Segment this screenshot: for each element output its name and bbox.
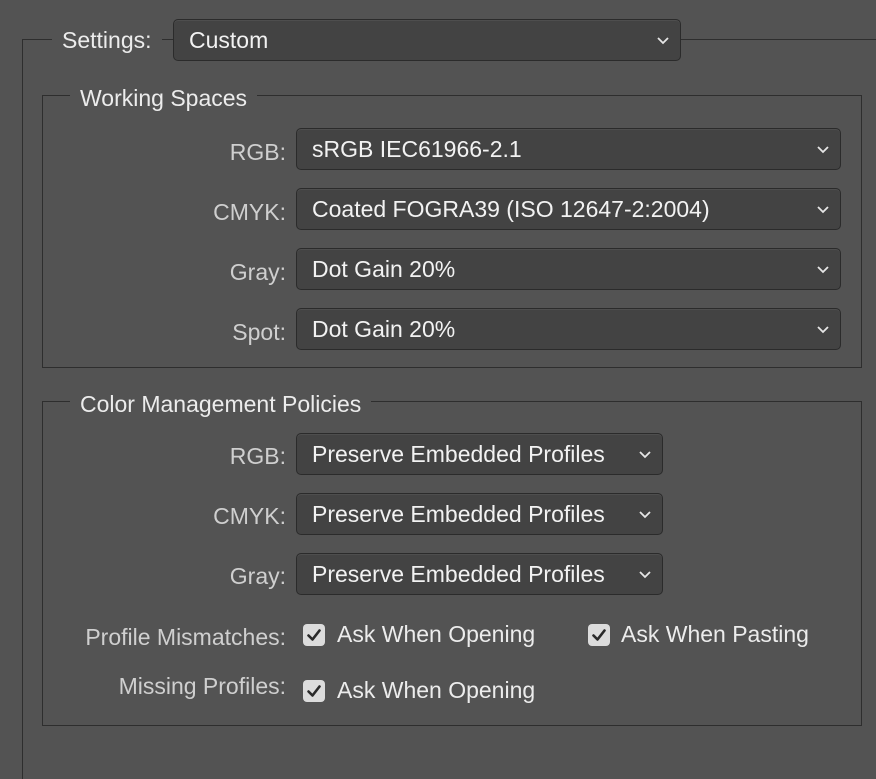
settings-label: Settings: xyxy=(52,25,162,55)
working-spaces-title: Working Spaces xyxy=(70,83,258,113)
ws-spot-label: Spot: xyxy=(232,319,286,345)
ws-spot-select[interactable]: Dot Gain 20% xyxy=(296,308,841,350)
ws-cmyk-select[interactable]: Coated FOGRA39 (ISO 12647-2:2004) xyxy=(296,188,841,230)
ws-gray-label: Gray: xyxy=(229,259,286,285)
ws-rgb-label: RGB: xyxy=(229,139,286,165)
mismatch-ask-opening-label[interactable]: Ask When Opening xyxy=(337,619,535,649)
chevron-down-icon xyxy=(817,146,829,154)
missing-ask-opening-label[interactable]: Ask When Opening xyxy=(337,675,535,705)
profile-mismatches-label: Profile Mismatches: xyxy=(85,624,286,650)
ws-rgb-value: sRGB IEC61966-2.1 xyxy=(312,136,522,162)
checkmark-icon xyxy=(307,685,321,697)
mismatch-ask-opening-checkbox[interactable] xyxy=(303,624,325,646)
missing-profiles-label: Missing Profiles: xyxy=(118,673,286,699)
policy-gray-label: Gray: xyxy=(229,563,286,589)
chevron-down-icon xyxy=(639,451,651,459)
ws-cmyk-value: Coated FOGRA39 (ISO 12647-2:2004) xyxy=(312,196,710,222)
ws-gray-select[interactable]: Dot Gain 20% xyxy=(296,248,841,290)
checkmark-icon xyxy=(592,629,606,641)
chevron-down-icon xyxy=(817,326,829,334)
settings-value: Custom xyxy=(189,27,269,53)
chevron-down-icon xyxy=(817,266,829,274)
chevron-down-icon xyxy=(657,37,669,45)
policy-cmyk-select[interactable]: Preserve Embedded Profiles xyxy=(296,493,663,535)
policy-rgb-select[interactable]: Preserve Embedded Profiles xyxy=(296,433,663,475)
policy-gray-value: Preserve Embedded Profiles xyxy=(312,561,605,587)
missing-ask-opening-checkbox[interactable] xyxy=(303,680,325,702)
settings-select[interactable]: Custom xyxy=(173,19,681,61)
policy-rgb-value: Preserve Embedded Profiles xyxy=(312,441,605,467)
policy-rgb-label: RGB: xyxy=(229,443,286,469)
ws-rgb-select[interactable]: sRGB IEC61966-2.1 xyxy=(296,128,841,170)
ws-cmyk-label: CMYK: xyxy=(213,199,286,225)
mismatch-ask-pasting-label[interactable]: Ask When Pasting xyxy=(621,619,809,649)
checkmark-icon xyxy=(307,629,321,641)
policy-cmyk-label: CMYK: xyxy=(213,503,286,529)
policy-gray-select[interactable]: Preserve Embedded Profiles xyxy=(296,553,663,595)
mismatch-ask-pasting-checkbox[interactable] xyxy=(588,624,610,646)
ws-spot-value: Dot Gain 20% xyxy=(312,316,456,342)
policy-cmyk-value: Preserve Embedded Profiles xyxy=(312,501,605,527)
chevron-down-icon xyxy=(639,571,651,579)
chevron-down-icon xyxy=(817,206,829,214)
ws-gray-value: Dot Gain 20% xyxy=(312,256,456,282)
chevron-down-icon xyxy=(639,511,651,519)
policies-title: Color Management Policies xyxy=(70,389,372,419)
